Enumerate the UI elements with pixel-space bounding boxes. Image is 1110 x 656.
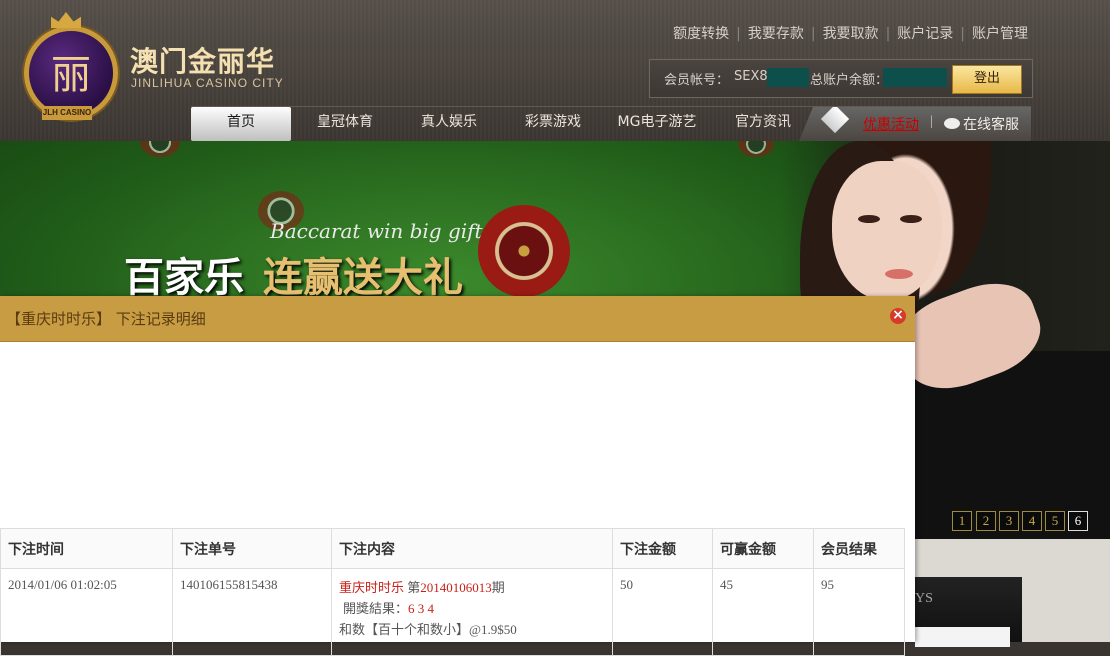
- col-bet-number: 下注单号: [172, 528, 332, 569]
- withdraw-link[interactable]: 我要取款: [823, 26, 879, 42]
- modal-header: 【重庆时时乐】 下注记录明细 ×: [0, 296, 915, 342]
- nav-live-casino[interactable]: 真人娱乐: [399, 107, 499, 141]
- top-links: 额度转换 | 我要存款 | 我要取款 | 账户记录 | 账户管理: [673, 26, 1028, 42]
- nav-lottery[interactable]: 彩票游戏: [503, 107, 603, 141]
- bet-detail: 和数【百十个和数小】@1.9$50: [339, 622, 517, 637]
- banner-title-en: Baccarat win big gifts: [270, 219, 493, 243]
- cell-win-amount: 45: [712, 568, 814, 656]
- diamond-icon: [820, 107, 850, 134]
- slide-button-1[interactable]: 1: [952, 511, 972, 531]
- poker-chip-icon: [738, 141, 774, 157]
- period-suffix: 期: [491, 580, 505, 595]
- table-row: 2014/01/06 01:02:05 140106155815438 重庆时时…: [0, 568, 905, 656]
- account-label: 会员帐号：: [664, 73, 730, 88]
- cell-bet-content: 重庆时时乐 第20140106013期 開獎結果：6 3 4 和数【百十个和数小…: [331, 568, 613, 656]
- period-number: 20140106013: [420, 580, 492, 595]
- cell-bet-time: 2014/01/06 01:02:05: [0, 568, 173, 656]
- site-header: 丽 JLH CASINO 澳门金丽华 JINLIHUA CASINO CITY …: [0, 0, 1110, 141]
- close-icon[interactable]: ×: [890, 308, 906, 324]
- roulette-wheel-icon: [478, 205, 570, 297]
- logout-button[interactable]: 登出: [952, 65, 1022, 94]
- nav-mg-games[interactable]: MG电子游艺: [605, 107, 709, 141]
- banner-title-cn-2: 连赢送大礼: [263, 255, 463, 301]
- slide-button-2[interactable]: 2: [976, 511, 996, 531]
- brand-name-en: JINLIHUA CASINO CITY: [131, 76, 284, 90]
- logo-ribbon: JLH CASINO: [42, 106, 92, 120]
- account-management-link[interactable]: 账户管理: [972, 26, 1028, 42]
- slide-button-5[interactable]: 5: [1045, 511, 1065, 531]
- col-bet-content: 下注内容: [331, 528, 613, 569]
- side-promo-text: YS: [915, 591, 933, 606]
- cell-bet-amount: 50: [612, 568, 713, 656]
- bet-records-table: 下注时间 下注单号 下注内容 下注金额 可赢金额 会员结果 2014/01/06…: [0, 528, 905, 656]
- poker-chip-icon: [140, 141, 180, 157]
- balance-label: 总账户余额：: [810, 73, 889, 88]
- nav-sports[interactable]: 皇冠体育: [295, 107, 395, 141]
- table-header-row: 下注时间 下注单号 下注内容 下注金额 可赢金额 会员结果: [0, 528, 905, 569]
- promotions-link[interactable]: 优惠活动: [863, 114, 919, 134]
- casino-logo[interactable]: 丽 JLH CASINO: [18, 12, 118, 120]
- slide-button-6[interactable]: 6: [1068, 511, 1088, 531]
- game-name: 重庆时时乐: [339, 580, 405, 595]
- draw-result-value: 6 3 4: [408, 601, 435, 616]
- side-promo-panel: YS: [915, 539, 1110, 647]
- crown-icon: [51, 12, 81, 28]
- logo-glyph: 丽: [51, 52, 91, 98]
- cell-bet-number: 140106155815438: [172, 568, 332, 656]
- banner-title-cn-1: 百家乐: [124, 255, 244, 301]
- cell-member-result: 95: [813, 568, 905, 656]
- slide-button-3[interactable]: 3: [999, 511, 1019, 531]
- account-records-link[interactable]: 账户记录: [897, 26, 953, 42]
- nav-news[interactable]: 官方资讯: [713, 107, 813, 141]
- col-member-result: 会员结果: [813, 528, 905, 569]
- col-bet-time: 下注时间: [0, 528, 173, 569]
- account-bar: 会员帐号： SEX8 总账户余额： 登出: [649, 59, 1033, 98]
- customer-service-link[interactable]: 在线客服: [963, 114, 1019, 134]
- brand-name-cn: 澳门金丽华: [130, 45, 276, 78]
- col-win-amount: 可赢金额: [712, 528, 814, 569]
- bet-detail-modal: 【重庆时时乐】 下注记录明细 × 下注时间 下注单号 下注内容 下注金额 可赢金…: [0, 296, 915, 656]
- credit-transfer-link[interactable]: 额度转换: [673, 26, 729, 42]
- redacted-balance-mask: [883, 68, 947, 87]
- slide-button-4[interactable]: 4: [1022, 511, 1042, 531]
- draw-result-label: 開獎結果：: [343, 601, 409, 616]
- deposit-link[interactable]: 我要存款: [748, 26, 804, 42]
- chat-icon: [944, 118, 960, 129]
- col-bet-amount: 下注金额: [612, 528, 713, 569]
- nav-home[interactable]: 首页: [191, 107, 291, 141]
- period-prefix: 第: [407, 580, 421, 595]
- account-value: SEX8: [734, 69, 768, 84]
- nav-promo-area: 优惠活动 | 在线客服: [799, 107, 1031, 141]
- nav-separator: |: [930, 114, 933, 129]
- redacted-account-mask: [767, 68, 809, 87]
- main-nav: 首页 皇冠体育 真人娱乐 彩票游戏 MG电子游艺 官方资讯 优惠活动 | 在线客…: [191, 106, 1031, 142]
- modal-title: 【重庆时时乐】 下注记录明细: [6, 310, 206, 328]
